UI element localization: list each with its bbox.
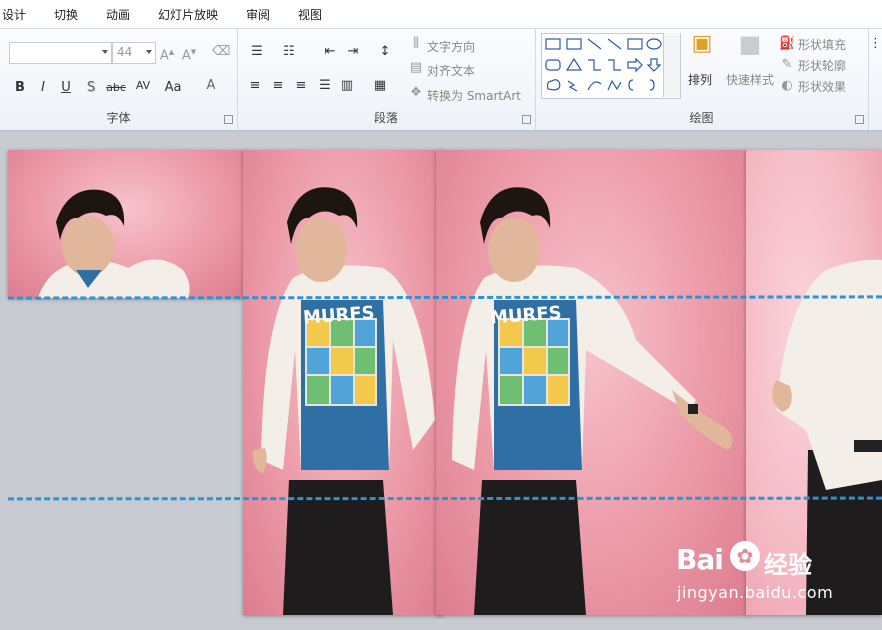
vertical-textbox-shape-icon	[566, 38, 582, 50]
ribbon: 44 A▲ A▼ ⌫ B I U S abc AV Aa A 字体 ☰ ☷ ⇤ …	[0, 29, 882, 131]
right-brace-shape-icon	[649, 79, 655, 91]
distribute-icon[interactable]: ▥	[339, 77, 355, 95]
bold-button[interactable]: B	[12, 79, 28, 97]
arrange-button[interactable]: ▣ 排列	[684, 33, 720, 99]
align-text-button[interactable]: 对齐文本	[427, 62, 475, 79]
pen-icon: ✎	[781, 57, 793, 72]
freeform-shape-icon	[607, 79, 622, 91]
font-group-label: 字体	[106, 111, 131, 125]
paragraph-group: ☰ ☷ ⇤ ⇥ ↕ ⫼ 文字方向 ▤ 对齐文本 ❖ 转换为 SmartArt ≡…	[237, 29, 536, 130]
paw-icon: ✿	[730, 541, 760, 571]
font-group: 44 A▲ A▼ ⌫ B I U S abc AV Aa A 字体	[0, 29, 238, 130]
elbow-connector-shape-icon	[588, 59, 601, 71]
fill-bucket-icon: ⛽	[779, 36, 796, 51]
shadow-button[interactable]: S	[83, 79, 99, 97]
font-size-value: 44	[117, 45, 133, 59]
slide-full-1[interactable]: MURFS	[243, 150, 443, 615]
slide-crop-top[interactable]	[8, 150, 246, 298]
paragraph-dialog-launcher[interactable]	[522, 115, 531, 124]
smartart-icon: ❖	[410, 85, 422, 100]
decrease-indent-icon[interactable]: ⇤	[321, 43, 339, 61]
grow-font-icon[interactable]: A▲	[159, 43, 175, 65]
shapes-grid	[545, 38, 662, 92]
shapes-gallery-scroll[interactable]	[663, 33, 680, 97]
text-direction-button[interactable]: 文字方向	[427, 38, 475, 55]
tab-transitions[interactable]: 切换	[54, 6, 78, 23]
justify-icon[interactable]: ☰	[317, 77, 333, 95]
drawing-group-label: 绘图	[689, 111, 714, 125]
arc-shape-icon	[587, 81, 602, 91]
quick-styles-icon: ■	[738, 30, 762, 58]
watermark-brand: Bai	[676, 543, 724, 576]
line-shape-icon	[587, 38, 602, 50]
tab-view[interactable]: 视图	[298, 6, 322, 23]
align-center-icon[interactable]: ≡	[270, 77, 286, 95]
rounded-rect-shape-icon	[545, 59, 561, 71]
tab-review[interactable]: 审阅	[246, 6, 270, 23]
quick-styles-label: 快速样式	[726, 73, 775, 87]
shapes-gallery[interactable]	[541, 33, 681, 99]
convert-smartart-button[interactable]: 转换为 SmartArt	[427, 87, 521, 104]
font-color-button[interactable]: A	[203, 77, 219, 95]
down-arrow-shape-icon	[646, 58, 662, 72]
columns-icon[interactable]: ▦	[371, 77, 389, 95]
quick-styles-button[interactable]: ■ 快速样式	[724, 30, 776, 99]
text-direction-icon: ⫼	[413, 36, 419, 51]
person-full-image-1	[252, 187, 435, 615]
char-spacing-button[interactable]: AV	[132, 77, 154, 95]
underline-button[interactable]: U	[58, 79, 74, 97]
textbox-shape-icon	[545, 38, 561, 50]
rectangle-shape-icon	[627, 38, 643, 50]
triangle-shape-icon	[565, 57, 583, 71]
elbow-arrow-shape-icon	[608, 59, 621, 71]
oval-shape-icon	[646, 38, 662, 50]
line-spacing-icon[interactable]: ↕	[375, 43, 395, 61]
strikethrough-button[interactable]: abc	[104, 79, 128, 97]
watermark-url: jingyan.baidu.com	[677, 583, 834, 602]
watermark-brand-cn: 经验	[764, 551, 812, 579]
paragraph-group-label: 段落	[373, 111, 398, 125]
left-brace-shape-icon	[628, 79, 634, 91]
person-head-image	[38, 189, 190, 298]
arrow-line-shape-icon	[607, 38, 622, 50]
tab-slideshow[interactable]: 幻灯片放映	[158, 6, 218, 23]
bullets-icon[interactable]: ☰	[247, 43, 267, 61]
font-name-combo[interactable]	[9, 42, 112, 64]
tab-animations[interactable]: 动画	[106, 6, 130, 23]
lightning-shape-icon	[567, 80, 578, 92]
shape-fill-button[interactable]: 形状填充	[798, 36, 846, 53]
tab-design[interactable]: 设计	[2, 6, 26, 23]
font-size-combo[interactable]: 44	[112, 42, 156, 64]
shape-effects-button[interactable]: 形状效果	[798, 78, 846, 95]
numbering-icon[interactable]: ☷	[279, 43, 299, 61]
cloud-shape-icon	[546, 79, 561, 91]
align-right-icon[interactable]: ≡	[293, 77, 309, 95]
right-arrow-shape-icon	[627, 57, 643, 73]
align-text-icon: ▤	[409, 60, 423, 75]
arrange-label: 排列	[688, 73, 713, 87]
shrink-font-icon[interactable]: A▼	[181, 43, 197, 65]
change-case-button[interactable]: Aa	[162, 79, 184, 97]
find-icon[interactable]: ⋮	[869, 35, 882, 53]
drawing-dialog-launcher[interactable]	[855, 115, 864, 124]
increase-indent-icon[interactable]: ⇥	[344, 43, 362, 61]
font-dialog-launcher[interactable]	[224, 115, 233, 124]
arrange-icon: ▣	[691, 31, 713, 56]
shape-outline-button[interactable]: 形状轮廓	[798, 57, 846, 74]
baidu-logo: Bai ✿ 经验	[676, 541, 846, 579]
effects-icon: ◐	[781, 78, 793, 93]
menu-bar: 设计 切换 动画 幻灯片放映 审阅 视图	[0, 0, 882, 29]
clear-format-icon[interactable]: ⌫	[212, 43, 230, 61]
slide-canvas: MURFS MURFS Bai ✿ 经验 jingyan.baidu.com	[0, 131, 882, 630]
align-left-icon[interactable]: ≡	[247, 77, 263, 95]
italic-button[interactable]: I	[35, 79, 51, 97]
